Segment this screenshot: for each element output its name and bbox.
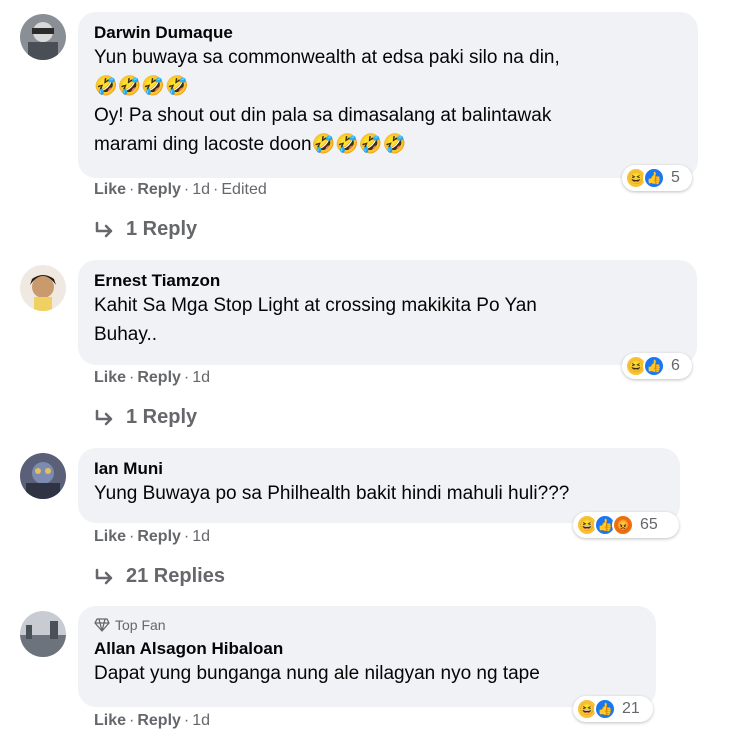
replies-label: 1 Reply bbox=[126, 406, 198, 428]
comment-line: Yun buwaya sa commonwealth at edsa paki … bbox=[94, 47, 560, 68]
comment-line: Yung Buwaya po sa Philhealth bakit hindi… bbox=[94, 483, 570, 504]
view-replies-link[interactable]: 1 Reply bbox=[94, 218, 197, 241]
reply-button[interactable]: Reply bbox=[137, 712, 181, 729]
comment-bubble: Darwin Dumaque Yun buwaya sa commonwealt… bbox=[78, 12, 698, 178]
separator: · bbox=[183, 528, 190, 545]
timestamp[interactable]: 1d bbox=[192, 528, 210, 545]
like-button[interactable]: Like bbox=[94, 712, 126, 729]
reaction-count: 6 bbox=[671, 357, 680, 374]
timestamp[interactable]: 1d bbox=[192, 712, 210, 729]
reaction-summary[interactable]: 😆 👍 6 bbox=[622, 353, 692, 379]
comment-author[interactable]: Allan Alsagon Hibaloan bbox=[94, 638, 640, 659]
avatar[interactable] bbox=[20, 14, 66, 60]
timestamp[interactable]: 1d bbox=[192, 181, 210, 198]
like-button[interactable]: Like bbox=[94, 528, 126, 545]
comment-line: Oy! Pa shout out din pala sa dimasalang … bbox=[94, 105, 552, 126]
separator: · bbox=[129, 528, 135, 545]
view-replies-link[interactable]: 1 Reply bbox=[94, 406, 197, 429]
edited-label: Edited bbox=[221, 181, 267, 198]
comment-author[interactable]: Darwin Dumaque bbox=[94, 22, 682, 43]
avatar[interactable] bbox=[20, 265, 66, 311]
like-button[interactable]: Like bbox=[94, 181, 126, 198]
comment-actions: Like · Reply · 1d bbox=[94, 711, 210, 731]
comment-line: Buhay.. bbox=[94, 324, 158, 345]
separator: · bbox=[183, 712, 190, 729]
avatar[interactable] bbox=[20, 453, 66, 499]
avatar[interactable] bbox=[20, 611, 66, 657]
comment-line: marami ding lacoste doon🤣🤣🤣🤣 bbox=[94, 134, 407, 155]
reaction-count: 5 bbox=[671, 169, 680, 186]
comment-line: Kahit Sa Mga Stop Light at crossing maki… bbox=[94, 295, 537, 316]
reaction-summary[interactable]: 😆 👍 5 bbox=[622, 165, 692, 191]
top-fan-badge[interactable]: Top Fan bbox=[94, 616, 640, 634]
reply-arrow-icon bbox=[95, 409, 113, 425]
comment-actions: Like · Reply · 1d bbox=[94, 527, 210, 547]
separator: · bbox=[129, 712, 135, 729]
comment-line: 🤣🤣🤣🤣 bbox=[94, 76, 189, 97]
reaction-summary[interactable]: 😆 👍 😡 65 bbox=[573, 512, 679, 538]
reply-arrow-icon bbox=[95, 568, 113, 584]
separator: · bbox=[213, 181, 219, 198]
comment-author[interactable]: Ernest Tiamzon bbox=[94, 270, 681, 291]
badge-label: Top Fan bbox=[115, 617, 166, 633]
separator: · bbox=[129, 181, 135, 198]
separator: · bbox=[183, 369, 190, 386]
comment-line: Dapat yung bunganga nung ale nilagyan ny… bbox=[94, 663, 540, 684]
comment-bubble: Ernest Tiamzon Kahit Sa Mga Stop Light a… bbox=[78, 260, 697, 365]
view-replies-link[interactable]: 21 Replies bbox=[94, 565, 225, 588]
separator: · bbox=[183, 181, 190, 198]
reply-button[interactable]: Reply bbox=[137, 181, 181, 198]
replies-label: 1 Reply bbox=[126, 218, 198, 240]
comment-author[interactable]: Ian Muni bbox=[94, 458, 664, 479]
reaction-count: 21 bbox=[622, 700, 640, 717]
comment-bubble: Top Fan Allan Alsagon Hibaloan Dapat yun… bbox=[78, 606, 656, 707]
comment-actions: Like · Reply · 1d bbox=[94, 368, 210, 388]
like-reaction-icon: 👍 bbox=[594, 698, 616, 720]
reaction-count: 65 bbox=[640, 516, 658, 533]
reply-button[interactable]: Reply bbox=[137, 528, 181, 545]
reply-arrow-icon bbox=[95, 221, 113, 237]
replies-label: 21 Replies bbox=[126, 565, 225, 587]
reply-button[interactable]: Reply bbox=[137, 369, 181, 386]
reaction-summary[interactable]: 😆 👍 21 bbox=[573, 696, 653, 722]
diamond-icon bbox=[94, 618, 110, 632]
separator: · bbox=[129, 369, 135, 386]
like-button[interactable]: Like bbox=[94, 369, 126, 386]
angry-reaction-icon: 😡 bbox=[612, 514, 634, 536]
like-reaction-icon: 👍 bbox=[643, 167, 665, 189]
timestamp[interactable]: 1d bbox=[192, 369, 210, 386]
like-reaction-icon: 👍 bbox=[643, 355, 665, 377]
comment-actions: Like · Reply · 1d · Edited bbox=[94, 180, 267, 200]
